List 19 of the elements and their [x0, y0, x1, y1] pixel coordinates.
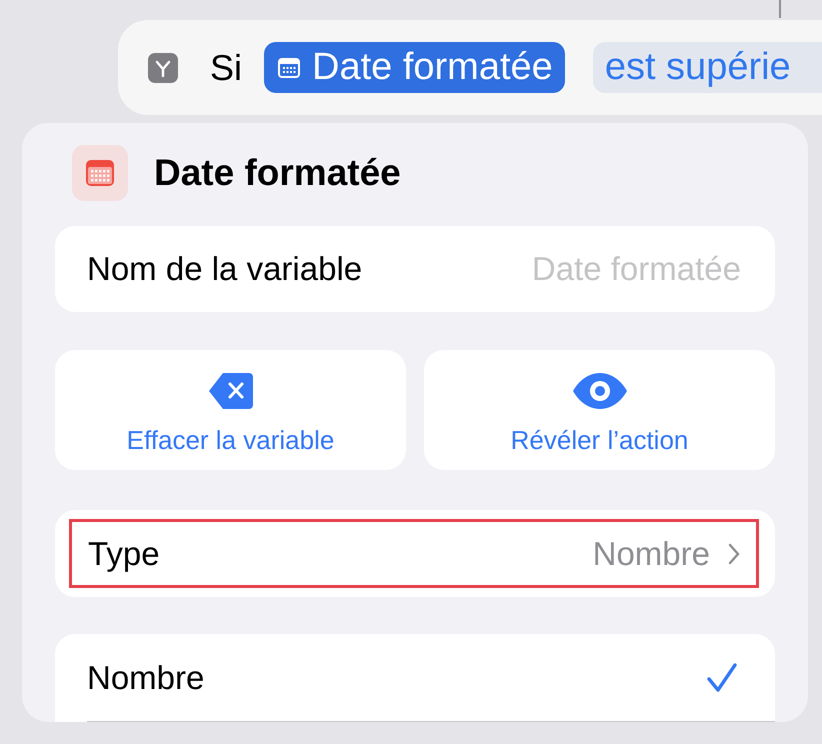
option-row[interactable]: Nombre	[87, 634, 775, 722]
type-row[interactable]: Type Nombre	[69, 519, 759, 588]
variable-name-field[interactable]: Date formatée	[443, 249, 743, 289]
if-keyword: Si	[210, 46, 242, 88]
field-label: Nom de la variable	[87, 250, 362, 288]
type-value: Nombre	[592, 534, 710, 572]
reveal-action-button[interactable]: Révéler l’action	[424, 350, 775, 470]
branch-icon	[148, 52, 178, 82]
clear-variable-button[interactable]: Effacer la variable	[55, 350, 406, 470]
chevron-right-icon	[728, 542, 740, 564]
calendar-icon	[278, 58, 300, 78]
option-label: Nombre	[87, 658, 204, 696]
variable-token[interactable]: Date formatée	[264, 42, 565, 93]
popover-title: Date formatée	[154, 152, 401, 194]
calendar-icon	[72, 145, 128, 201]
eye-icon	[572, 372, 626, 408]
delete-icon	[208, 372, 252, 408]
operator-token[interactable]: est supérie	[592, 42, 822, 93]
type-label: Type	[88, 534, 160, 572]
